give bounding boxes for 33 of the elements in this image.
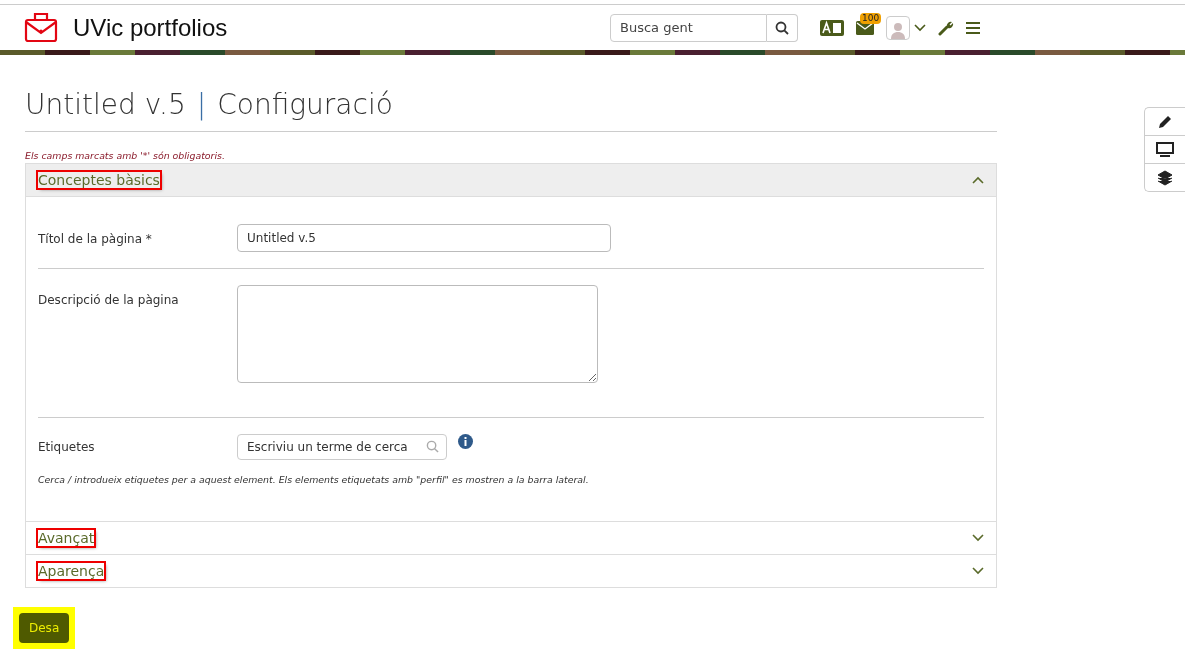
- search-button[interactable]: [767, 13, 798, 42]
- search-field[interactable]: Busca gent: [610, 13, 767, 42]
- search-icon: [426, 440, 439, 453]
- notification-badge: 100: [860, 12, 882, 24]
- page-subtitle: Configuració: [217, 88, 393, 121]
- wrench-icon[interactable]: [938, 19, 954, 36]
- tag-search-field[interactable]: Escriviu un terme de cerca: [237, 434, 447, 460]
- info-icon[interactable]: [458, 434, 473, 449]
- user-menu[interactable]: [886, 15, 926, 40]
- search-icon: [775, 20, 789, 35]
- briefcase-logo-icon[interactable]: [24, 12, 58, 43]
- section-title: Aparença: [38, 563, 105, 579]
- section-title: Conceptes bàsics: [38, 172, 160, 188]
- textarea-field[interactable]: [237, 285, 598, 383]
- text-field[interactable]: Untitled v.5: [237, 224, 611, 252]
- field-label: Etiquetes: [38, 439, 96, 454]
- translate-icon[interactable]: [820, 19, 844, 36]
- monitor-icon[interactable]: [1156, 141, 1174, 158]
- site-title[interactable]: UVic portfolios: [73, 13, 228, 42]
- title-separator: |: [196, 88, 207, 121]
- save-button[interactable]: Desa: [19, 613, 70, 643]
- chevron-down-icon: [914, 23, 926, 32]
- section-header[interactable]: Conceptes bàsics: [26, 164, 996, 197]
- section-title: Avançat: [38, 530, 95, 546]
- layers-icon[interactable]: [1157, 169, 1173, 186]
- pencil-icon[interactable]: [1157, 113, 1173, 130]
- required-fields-note: Els camps marcats amb '*' són obligatoris.: [25, 150, 226, 161]
- field-label: Títol de la pàgina *: [38, 231, 153, 246]
- field-label: Descripció de la pàgina: [38, 292, 180, 307]
- avatar-icon: [886, 15, 910, 40]
- help-text: Cerca / introdueix etiquetes per a aquest element. Els elements etiquetats amb "perfil" es mostren a la barra lateral.: [38, 473, 590, 487]
- page-title: Untitled v.5: [25, 88, 186, 121]
- menu-icon[interactable]: [966, 21, 980, 34]
